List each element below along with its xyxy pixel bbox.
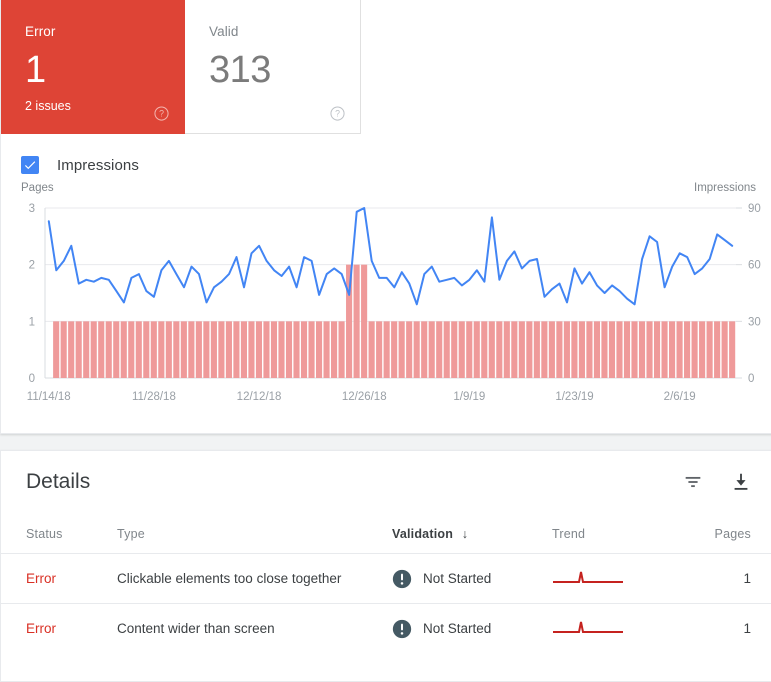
svg-text:1/9/19: 1/9/19 [453,391,485,403]
cell-validation: Not Started [392,604,552,654]
help-icon[interactable]: ? [330,106,345,121]
chart-area: Pages Impressions 0 0 1 30 2 60 3 90 11/14/18 11/… [1,182,771,422]
col-header-validation-label: Validation [392,527,454,541]
svg-text:2: 2 [29,260,35,272]
y2-axis-title: Impressions [694,182,756,194]
validation-label: Not Started [423,571,492,586]
cell-pages: 1 [743,621,751,637]
legend-label-impressions: Impressions [57,156,139,174]
cell-type: Content wider than screen [117,621,275,637]
details-actions [682,471,752,493]
exclamation-circle-icon [392,619,412,639]
svg-text:0: 0 [748,373,754,385]
svg-text:1: 1 [29,316,35,328]
impressions-pages-chart: 0 0 1 30 2 60 3 90 11/14/18 11/28/18 12/12/18 12/26… [27,203,761,403]
cell-type: Clickable elements too close together [117,571,342,586]
download-icon[interactable] [730,471,752,493]
check-icon [24,161,36,170]
trend-sparkline [553,622,623,634]
col-header-status[interactable]: Status [1,513,117,554]
svg-text:12/12/18: 12/12/18 [237,391,282,403]
cell-trend [552,554,697,604]
y-axis-title: Pages [21,182,54,194]
table-head: Status Type Validation ↓ Trend Pages [1,513,771,554]
details-title: Details [26,470,91,493]
status-tiles: Error 1 2 issues ? Valid 313 ? [1,0,771,134]
tile-label-valid: Valid [209,24,239,39]
svg-text:2/6/19: 2/6/19 [664,391,696,403]
svg-text:60: 60 [748,260,761,272]
svg-text:?: ? [335,109,340,119]
svg-text:12/26/18: 12/26/18 [342,391,387,403]
svg-text:11/28/18: 11/28/18 [132,391,176,403]
svg-text:11/14/18: 11/14/18 [27,391,71,403]
cell-pages: 1 [743,571,751,586]
cell-status: Error [26,621,56,637]
svg-text:0: 0 [29,373,35,385]
chart-legend: Impressions [1,134,771,178]
details-card: Details Status Type Validation ↓ Trend P… [0,450,771,682]
exclamation-circle-icon [392,569,412,589]
table-header-row: Status Type Validation ↓ Trend Pages [1,513,771,554]
impressions-checkbox[interactable] [21,156,39,174]
status-tile-valid[interactable]: Valid 313 ? [185,0,361,134]
table-body: Error Clickable elements too close togeth… [1,553,771,654]
svg-text:3: 3 [29,203,35,215]
cell-trend [552,604,697,654]
help-icon[interactable]: ? [154,106,169,121]
table-row[interactable]: Error Content wider than screen Not Starte… [1,603,771,654]
table-row[interactable]: Error Clickable elements too close togeth… [1,553,771,604]
validation-label: Not Started [423,621,492,637]
status-tile-error[interactable]: Error 1 2 issues ? [1,0,185,134]
details-header: Details [1,451,771,513]
svg-text:30: 30 [748,316,761,328]
sort-descending-icon: ↓ [461,527,469,541]
issues-table: Status Type Validation ↓ Trend Pages Err… [1,513,771,654]
svg-text:1/23/19: 1/23/19 [555,391,593,403]
col-header-pages[interactable]: Pages [697,513,771,554]
svg-text:?: ? [159,109,164,119]
tile-value-valid: 313 [209,49,271,91]
trend-sparkline [553,571,623,583]
filter-icon[interactable] [682,471,704,493]
col-header-type[interactable]: Type [117,513,392,554]
col-header-validation[interactable]: Validation ↓ [392,513,552,554]
cell-status: Error [26,571,56,586]
tile-label-error: Error [25,24,56,39]
cell-validation: Not Started [392,554,552,604]
tile-value-error: 1 [25,49,46,91]
svg-text:90: 90 [748,203,761,215]
col-header-trend[interactable]: Trend [552,513,697,554]
overview-card: Error 1 2 issues ? Valid 313 ? Impressio… [0,0,771,434]
